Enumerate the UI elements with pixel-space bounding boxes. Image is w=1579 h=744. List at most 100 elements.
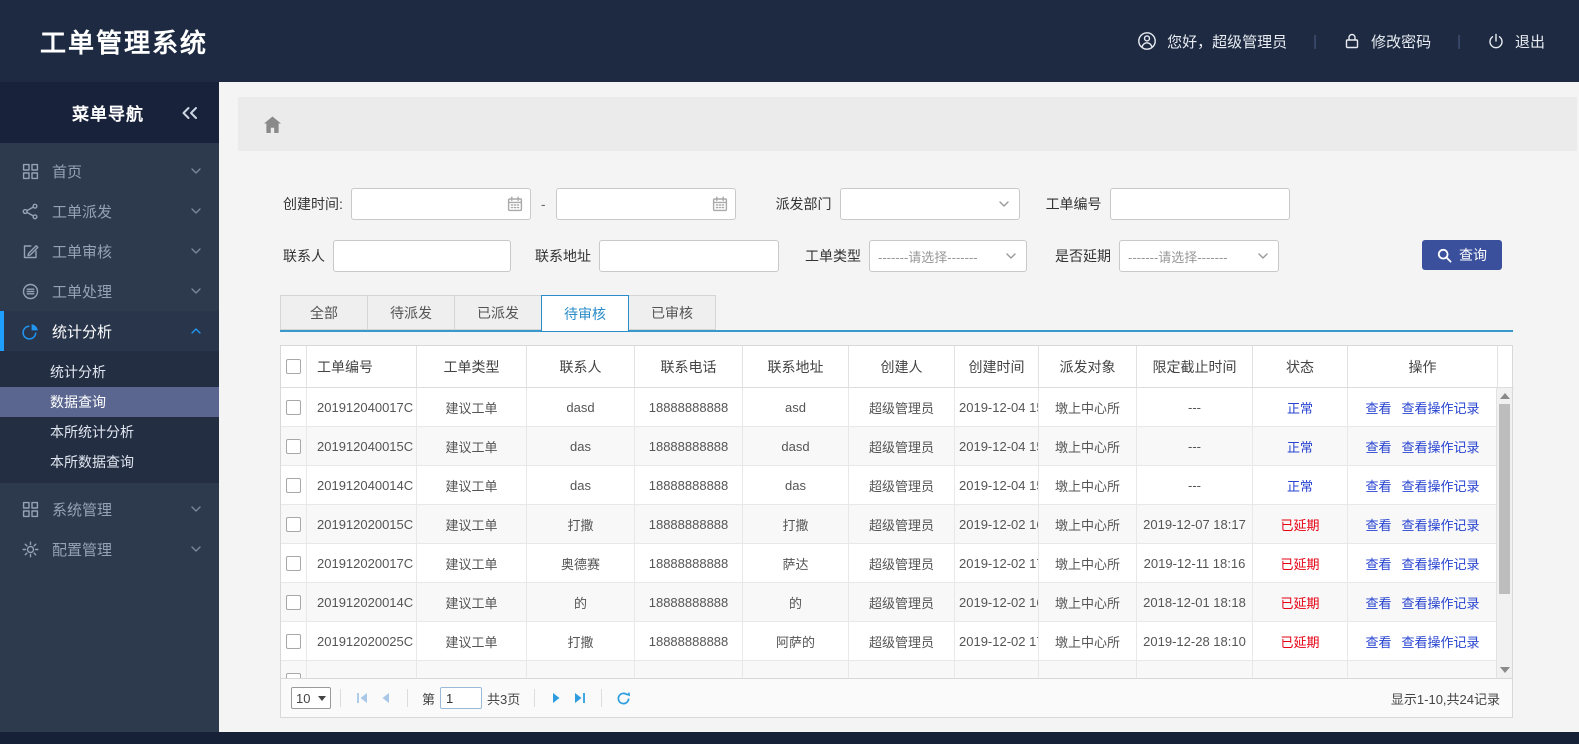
- view-log-link[interactable]: 查看操作记录: [1402, 476, 1480, 495]
- column-header: 派发对象: [1039, 346, 1137, 388]
- grid-icon: [22, 501, 40, 518]
- search-button-label: 查询: [1459, 247, 1487, 263]
- view-log-link[interactable]: 查看操作记录: [1402, 398, 1480, 417]
- user-greeting[interactable]: 您好，超级管理员: [1137, 31, 1287, 52]
- select-all-checkbox[interactable]: [286, 359, 301, 374]
- sidebar-item[interactable]: 工单审核: [0, 231, 219, 271]
- address-label: 联系地址: [535, 248, 591, 264]
- column-header: 联系电话: [635, 346, 743, 388]
- page-number-input[interactable]: [440, 687, 483, 709]
- sidebar-subitem[interactable]: 统计分析: [0, 357, 219, 387]
- page-size-value: 10: [296, 690, 311, 706]
- dispatch-dept-select[interactable]: [839, 188, 1020, 220]
- scroll-down-arrow[interactable]: [1500, 667, 1510, 673]
- order_no-cell: 201912020014C: [307, 583, 417, 622]
- view-link[interactable]: 查看: [1365, 593, 1391, 612]
- first-page-button[interactable]: [350, 691, 374, 705]
- create_time-cell: 2019-12-04 15: [955, 466, 1039, 505]
- home-icon[interactable]: [262, 115, 283, 134]
- filter-row-1: 创建时间: - 派发部门 工单编号: [219, 188, 1579, 220]
- tab-2[interactable]: 待派发: [367, 295, 455, 330]
- address-input[interactable]: [599, 240, 779, 272]
- collapse-sidebar-icon[interactable]: [180, 105, 199, 121]
- table-body-wrap: 201912040017C 建议工单 dasd 18888888888 asd 超级管理员…: [281, 388, 1512, 678]
- phone-cell: 18888888888: [635, 622, 743, 661]
- row-checkbox[interactable]: [286, 516, 301, 532]
- create-time-end-input[interactable]: [555, 188, 736, 220]
- pager-divider: [340, 689, 341, 707]
- order_type-cell: 建议工单: [417, 466, 527, 505]
- sidebar-item[interactable]: 工单派发: [0, 191, 219, 231]
- create-time-start-input[interactable]: [350, 188, 531, 220]
- order-no-label: 工单编号: [1045, 196, 1102, 212]
- tab-5[interactable]: 已审核: [628, 295, 716, 330]
- scroll-up-arrow[interactable]: [1500, 393, 1510, 399]
- order_no-cell: 201912020025C: [307, 622, 417, 661]
- tabs-underline: [280, 330, 1513, 332]
- view-link[interactable]: 查看: [1365, 554, 1391, 573]
- app-title: 工单管理系统: [40, 27, 209, 58]
- table-row: [281, 661, 1498, 678]
- sidebar-item[interactable]: 统计分析: [0, 311, 219, 351]
- scrollbar-thumb[interactable]: [1499, 404, 1510, 594]
- prev-page-button[interactable]: [374, 691, 398, 705]
- row-checkbox[interactable]: [286, 633, 301, 649]
- deadline-cell: ---: [1137, 427, 1253, 466]
- view-log-link[interactable]: 查看操作记录: [1402, 554, 1480, 573]
- actions-cell: 查看 查看操作记录: [1348, 583, 1498, 622]
- delay-select[interactable]: -------请选择-------: [1119, 240, 1279, 272]
- order-type-select[interactable]: -------请选择-------: [869, 240, 1027, 272]
- deadline-cell: ---: [1137, 388, 1253, 427]
- row-checkbox[interactable]: [286, 438, 301, 454]
- view-log-link[interactable]: 查看操作记录: [1402, 515, 1480, 534]
- contact-cell: 奥德赛: [527, 544, 635, 583]
- refresh-button[interactable]: [611, 691, 635, 706]
- view-log-link[interactable]: 查看操作记录: [1402, 437, 1480, 456]
- table-scrollbar[interactable]: [1496, 388, 1512, 678]
- tab-3[interactable]: 已派发: [454, 295, 542, 330]
- view-log-link[interactable]: 查看操作记录: [1402, 593, 1480, 612]
- table-row: 201912020015C 建议工单 打撒 18888888888 打撒 超级管理员 201…: [281, 505, 1498, 544]
- sidebar-item[interactable]: 配置管理: [0, 529, 219, 569]
- dispatch_target-cell: [1039, 661, 1137, 678]
- row-checkbox[interactable]: [286, 594, 301, 610]
- row-checkbox[interactable]: [286, 477, 301, 493]
- sidebar-item[interactable]: 工单处理: [0, 271, 219, 311]
- view-link[interactable]: 查看: [1365, 632, 1391, 651]
- sidebar-item[interactable]: 系统管理: [0, 489, 219, 529]
- phone-cell: 18888888888: [635, 466, 743, 505]
- tab-1[interactable]: 全部: [280, 295, 368, 330]
- address-cell: 阿萨的: [743, 622, 849, 661]
- view-link[interactable]: 查看: [1365, 398, 1391, 417]
- sidebar-item[interactable]: 首页: [0, 151, 219, 191]
- pagination-bar: 10 第 共3页 显示1-10,共24记录: [280, 678, 1513, 718]
- column-header: 工单编号: [307, 346, 417, 388]
- view-link[interactable]: 查看: [1365, 437, 1391, 456]
- table-row: 201912020025C 建议工单 打撒 18888888888 阿萨的 超级管理员 20…: [281, 622, 1498, 661]
- status-cell: 已延期: [1253, 583, 1348, 622]
- sidebar-subitem[interactable]: 数据查询: [0, 387, 219, 417]
- delay-label: 是否延期: [1055, 248, 1111, 264]
- row-checkbox[interactable]: [286, 555, 301, 571]
- page-size-select[interactable]: 10: [291, 687, 331, 709]
- sidebar-subitem[interactable]: 本所数据查询: [0, 447, 219, 477]
- contact-input[interactable]: [333, 240, 511, 272]
- last-page-button[interactable]: [568, 691, 592, 705]
- actions-cell: 查看 查看操作记录: [1348, 466, 1498, 505]
- chevron-down-icon: [1004, 249, 1018, 263]
- row-checkbox[interactable]: [286, 399, 301, 415]
- search-button[interactable]: 查询: [1422, 240, 1502, 270]
- next-page-button[interactable]: [544, 691, 568, 705]
- logout-link[interactable]: 退出: [1487, 31, 1545, 52]
- table-row: 201912020017C 建议工单 奥德赛 18888888888 萨达 超级管理员 20…: [281, 544, 1498, 583]
- tab-4[interactable]: 待审核: [541, 295, 629, 332]
- view-link[interactable]: 查看: [1365, 476, 1391, 495]
- view-link[interactable]: 查看: [1365, 515, 1391, 534]
- change-password-link[interactable]: 修改密码: [1343, 31, 1431, 52]
- order-no-input[interactable]: [1109, 188, 1290, 220]
- status-cell: 正常: [1253, 427, 1348, 466]
- chevron-down-icon: [189, 284, 203, 298]
- sidebar-subitem[interactable]: 本所统计分析: [0, 417, 219, 447]
- view-log-link[interactable]: 查看操作记录: [1402, 632, 1480, 651]
- address-cell: dasd: [743, 427, 849, 466]
